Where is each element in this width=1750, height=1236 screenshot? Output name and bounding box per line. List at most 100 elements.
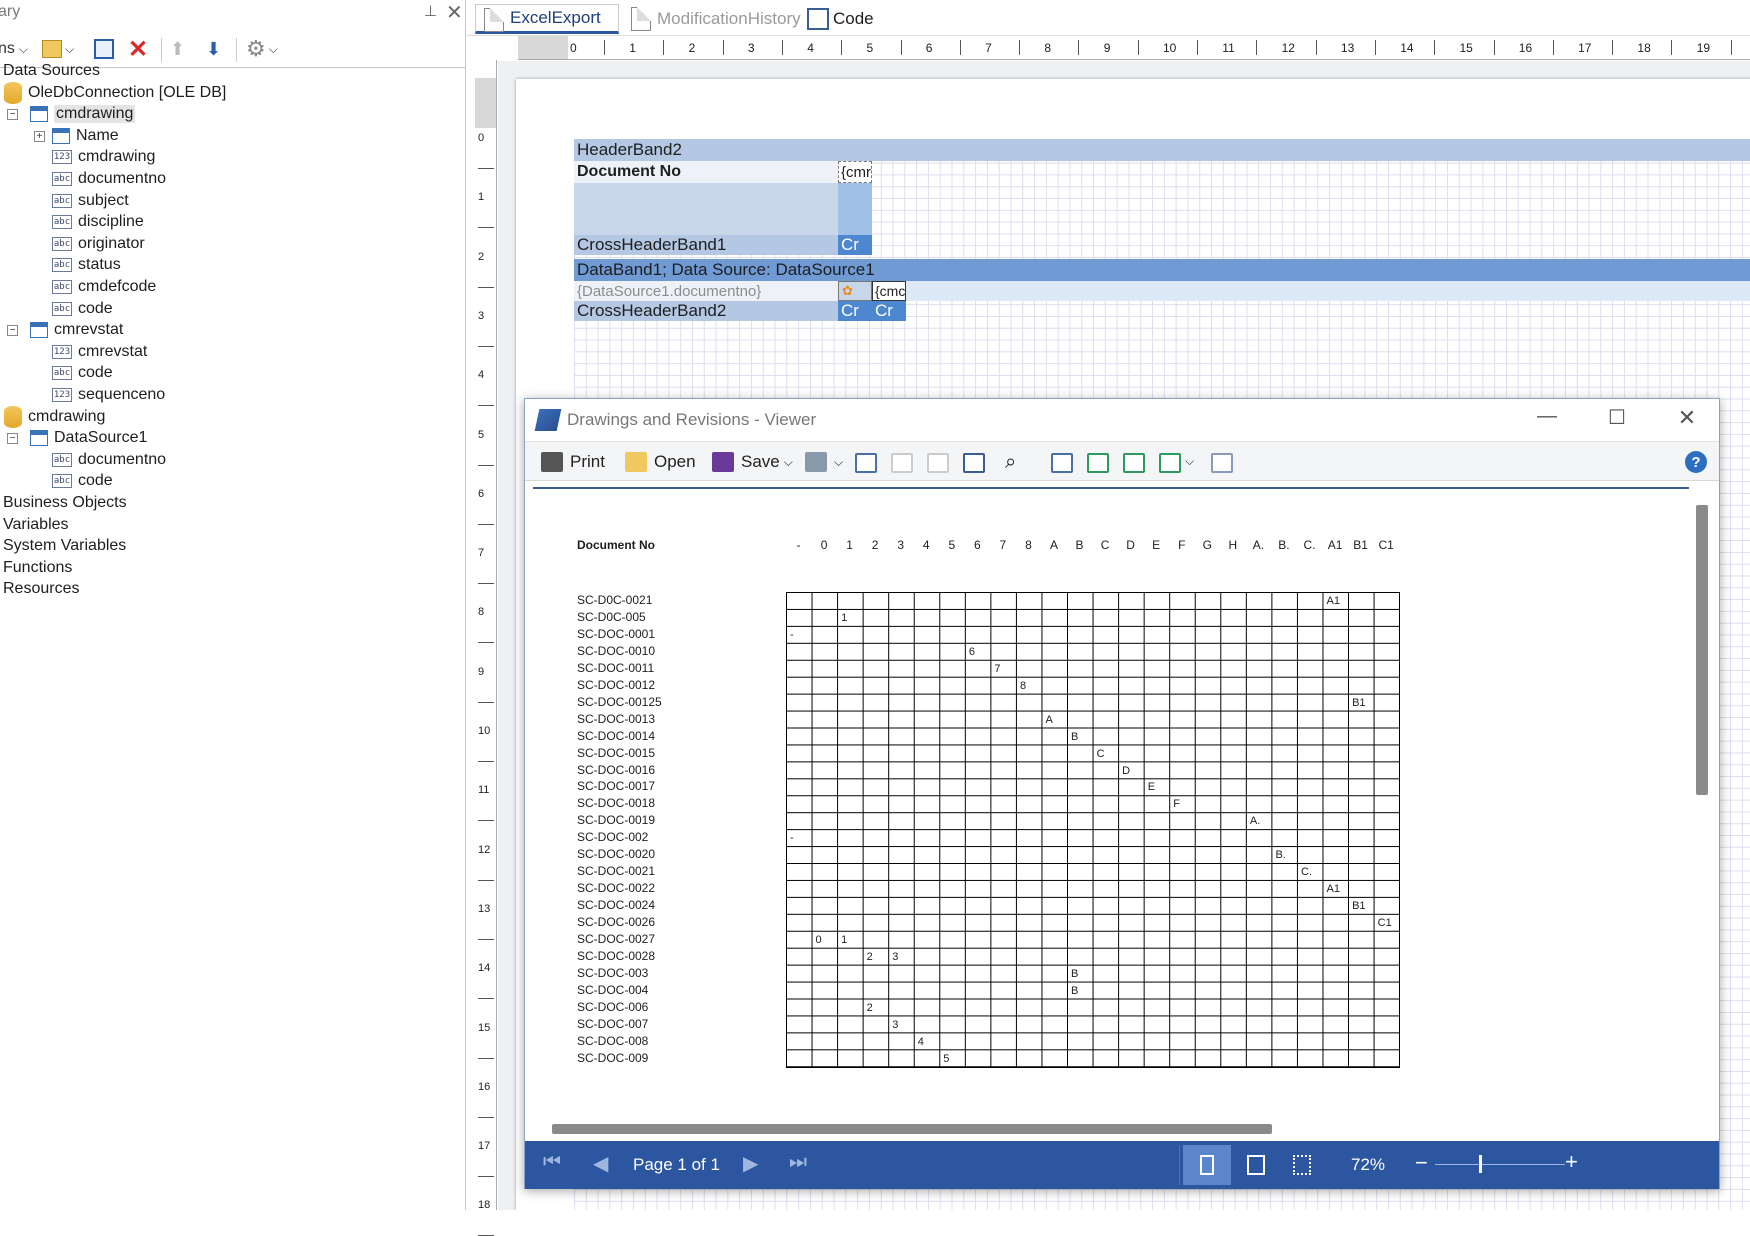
report-preview[interactable]: Document No -0 1 2 3 4 5 6 7 8 A B C D E F G H A. B. C. A1 B1… [533, 487, 1689, 1115]
tree-expander-icon[interactable]: − [7, 109, 18, 121]
tree-item-resources[interactable]: Resources [3, 577, 79, 601]
tab-code[interactable]: Code [799, 4, 889, 34]
numeric-column-icon: 123 [52, 150, 72, 165]
tree-item-code[interactable]: abc code [52, 297, 113, 321]
zoom-out-button[interactable]: − [1415, 1150, 1428, 1176]
single-page-icon[interactable] [1087, 453, 1109, 473]
ruler-margin-shade [475, 78, 496, 128]
continuous-view-button[interactable] [1247, 1155, 1265, 1175]
data-band[interactable]: DataBand1; Data Source: DataSource1 [574, 259, 1750, 281]
tree-item-documentno[interactable]: abc documentno [52, 167, 166, 191]
thumbnails-icon[interactable] [927, 453, 949, 473]
save-button[interactable]: Save ⌵ [712, 448, 793, 476]
first-page-button[interactable]: ⏮ [543, 1151, 561, 1174]
tree-item-data-sources[interactable]: Data Sources [3, 59, 100, 83]
multiple-pages-icon[interactable] [1159, 453, 1181, 473]
last-page-button[interactable]: ⏭ [789, 1151, 807, 1174]
ruler-tick-label: 0 [570, 41, 577, 55]
tree-item-name[interactable]: Name [52, 124, 119, 148]
page-setup-icon[interactable] [1211, 453, 1233, 473]
tree-item-status[interactable]: abc status [52, 253, 121, 277]
tree-item-variables[interactable]: Variables [3, 513, 69, 537]
editor-icon[interactable] [963, 453, 985, 473]
horizontal-scrollbar-thumb[interactable] [552, 1124, 1272, 1134]
tree-item-cmdrawing[interactable]: 123 cmdrawing [52, 145, 155, 169]
tree-item-code[interactable]: abc code [52, 469, 113, 493]
report-column-header: F [1178, 538, 1186, 552]
tab-modificationhistory[interactable]: ModificationHistory [623, 4, 801, 34]
cross-header-band-1[interactable]: CrossHeaderBand1 [574, 235, 838, 255]
close-icon[interactable]: ✕ [446, 0, 463, 25]
parameters-icon[interactable] [891, 453, 913, 473]
bookmarks-icon[interactable] [855, 453, 877, 473]
code-icon [807, 8, 829, 30]
ruler-tick-mark [478, 701, 494, 703]
header-band[interactable]: HeaderBand2 [574, 139, 1750, 161]
cmd-field-textbox[interactable]: {cmc [872, 281, 906, 301]
two-pages-icon[interactable] [1123, 453, 1145, 473]
tree-item-cmdrawing[interactable]: cmdrawing [4, 405, 105, 429]
tree-item-discipline[interactable]: abc discipline [52, 210, 144, 234]
tree-item-documentno[interactable]: abc documentno [52, 448, 166, 472]
tree-item-business-objects[interactable]: Business Objects [3, 491, 127, 515]
tree-expander-icon[interactable]: − [7, 325, 18, 337]
help-button[interactable]: ? [1685, 451, 1707, 473]
report-cell-value: 4 [917, 1035, 924, 1048]
zoom-in-button[interactable]: + [1565, 1149, 1578, 1175]
report-column-header: B. [1278, 538, 1290, 552]
cross-header-band-2[interactable]: CrossHeaderBand2 [574, 301, 838, 321]
tree-item-cmrevstat[interactable]: cmrevstat [30, 318, 123, 342]
page-icon [1200, 1155, 1214, 1175]
tree-item-originator[interactable]: abc originator [52, 232, 145, 256]
report-cell-value: A1 [1326, 595, 1341, 607]
delete-button[interactable]: ✕ [128, 36, 148, 63]
report-row-label: SC-DOC-0016 [577, 762, 656, 777]
print-button[interactable]: Print [541, 448, 605, 476]
zoom-slider-thumb[interactable] [1479, 1155, 1482, 1173]
previous-page-button[interactable]: ◀ [593, 1151, 608, 1176]
ruler-tick-mark [478, 405, 494, 407]
document-no-textbox[interactable]: Document No [574, 161, 838, 183]
full-screen-icon[interactable] [1051, 453, 1073, 473]
tree-item-cmdefcode[interactable]: abc cmdefcode [52, 275, 156, 299]
tree-item-cmdrawing[interactable]: cmdrawing [30, 102, 136, 126]
move-down-button[interactable]: ⬇ [206, 36, 221, 62]
find-button[interactable]: ⌕ [1005, 448, 1016, 476]
ruler-tick-mark [478, 761, 494, 762]
single-page-view-button[interactable] [1183, 1145, 1231, 1185]
tree-item-cmrevstat[interactable]: 123 cmrevstat [52, 340, 147, 364]
zoom-slider-track[interactable] [1435, 1164, 1565, 1165]
pin-icon[interactable]: ⊥ [424, 2, 437, 20]
viewer-window: Drawings and Revisions - Viewer — ☐ ✕ Pr… [524, 398, 1720, 1189]
next-page-button[interactable]: ▶ [743, 1151, 758, 1176]
cross-header-band-1-cell[interactable]: Cr [838, 235, 872, 255]
viewer-title-bar[interactable]: Drawings and Revisions - Viewer — ☐ ✕ [525, 399, 1719, 441]
page-icon [631, 7, 651, 31]
settings-dropdown[interactable]: ⚙ ⌵ [246, 36, 278, 62]
send-dropdown[interactable]: ⌵ [805, 448, 843, 476]
cmr-field-textbox[interactable]: {cmr [838, 161, 872, 183]
close-button[interactable]: ✕ [1667, 405, 1707, 435]
report-cell-value: B [1071, 730, 1079, 743]
tree-item-sequenceno[interactable]: 123 sequenceno [52, 383, 165, 407]
open-button[interactable]: Open [625, 448, 696, 476]
report-row-label: SC-D0C-005 [577, 609, 646, 624]
tree-item-code[interactable]: abc code [52, 361, 113, 385]
cross-header-band-2-cell-b[interactable]: Cr [872, 301, 906, 321]
cross-header-band-2-cell-a[interactable]: Cr [838, 301, 872, 321]
vertical-scrollbar-thumb[interactable] [1696, 505, 1708, 795]
move-up-button[interactable]: ⬆ [170, 36, 185, 62]
cross-cell-image[interactable]: ✿ [838, 281, 872, 301]
maximize-button[interactable]: ☐ [1597, 405, 1637, 435]
tree-item-system-variables[interactable]: System Variables [3, 534, 126, 558]
tree-item-datasource1[interactable]: DataSource1 [30, 426, 147, 450]
tab-excelexport[interactable]: ExcelExport [475, 4, 619, 34]
tree-expander-icon[interactable]: − [7, 433, 18, 445]
multiple-view-button[interactable] [1293, 1155, 1311, 1175]
tree-item-subject[interactable]: abc subject [52, 189, 129, 213]
minimize-button[interactable]: — [1527, 405, 1567, 435]
tree-expander-icon[interactable]: + [34, 130, 45, 142]
tree-item-oledbconnection-ole-db[interactable]: OleDbConnection [OLE DB] [4, 81, 226, 105]
datasource-documentno-textbox[interactable]: {DataSource1.documentno} [574, 281, 838, 301]
tree-item-functions[interactable]: Functions [3, 556, 72, 580]
